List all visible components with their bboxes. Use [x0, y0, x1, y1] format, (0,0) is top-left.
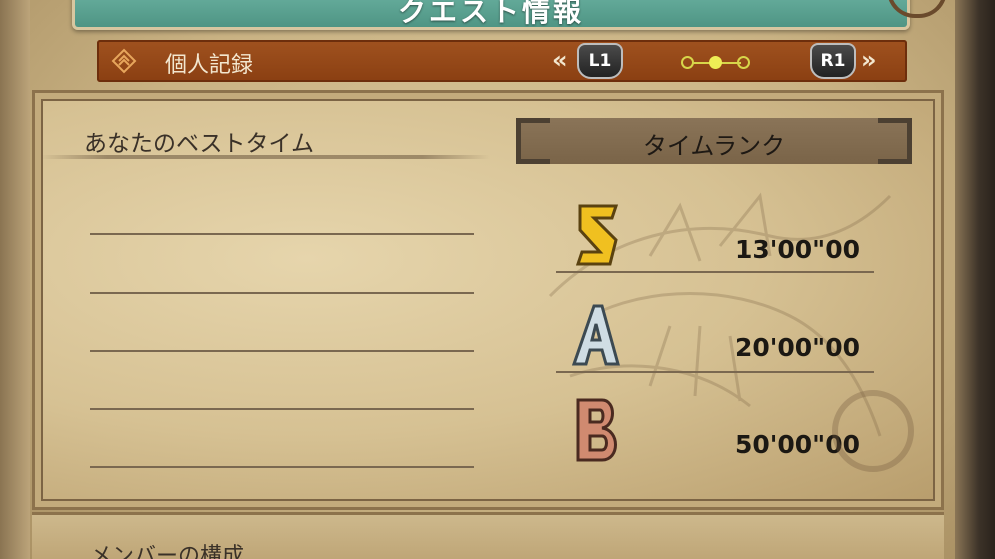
- time-rank-header: タイムランク: [516, 118, 912, 164]
- best-time-row: [90, 466, 474, 468]
- page-dot: [737, 56, 750, 69]
- rank-divider: [556, 271, 874, 273]
- rank-s-icon: [575, 204, 619, 266]
- prev-chevron-icon[interactable]: «: [552, 46, 568, 74]
- tab-header: 個人記録 « L1 R1 »: [97, 40, 907, 82]
- best-time-row: [90, 350, 474, 352]
- page-dot: [681, 56, 694, 69]
- best-time-label: あなたのベストタイム: [84, 131, 314, 157]
- time-rank-title: タイムランク: [642, 132, 786, 160]
- l1-button[interactable]: L1: [577, 43, 623, 79]
- record-icon: [111, 48, 137, 74]
- rank-divider: [556, 371, 874, 373]
- next-chevron-icon[interactable]: »: [861, 46, 877, 74]
- section-underline: [40, 155, 490, 159]
- members-label: メンバーの構成: [90, 544, 245, 559]
- left-edge: [0, 0, 30, 559]
- quest-info-screen: クエスト情報 個人記録 « L1 R1 » あなたのベストタイム タイムランク …: [0, 0, 995, 559]
- rank-a-icon: [571, 304, 620, 366]
- page-indicator: [681, 54, 753, 70]
- seal-emblem-icon: [832, 390, 914, 472]
- title-banner: クエスト情報: [72, 0, 910, 30]
- right-edge: [955, 0, 995, 559]
- page-dot-active: [709, 56, 722, 69]
- best-time-row: [90, 408, 474, 410]
- tab-label: 個人記録: [165, 53, 254, 78]
- rank-a-time: 20'00"00: [734, 333, 860, 362]
- best-time-row: [90, 233, 474, 235]
- page-title: クエスト情報: [397, 0, 584, 28]
- rank-s-time: 13'00"00: [734, 235, 860, 264]
- r1-button[interactable]: R1: [810, 43, 856, 79]
- rank-b-icon: [576, 398, 617, 462]
- best-time-row: [90, 292, 474, 294]
